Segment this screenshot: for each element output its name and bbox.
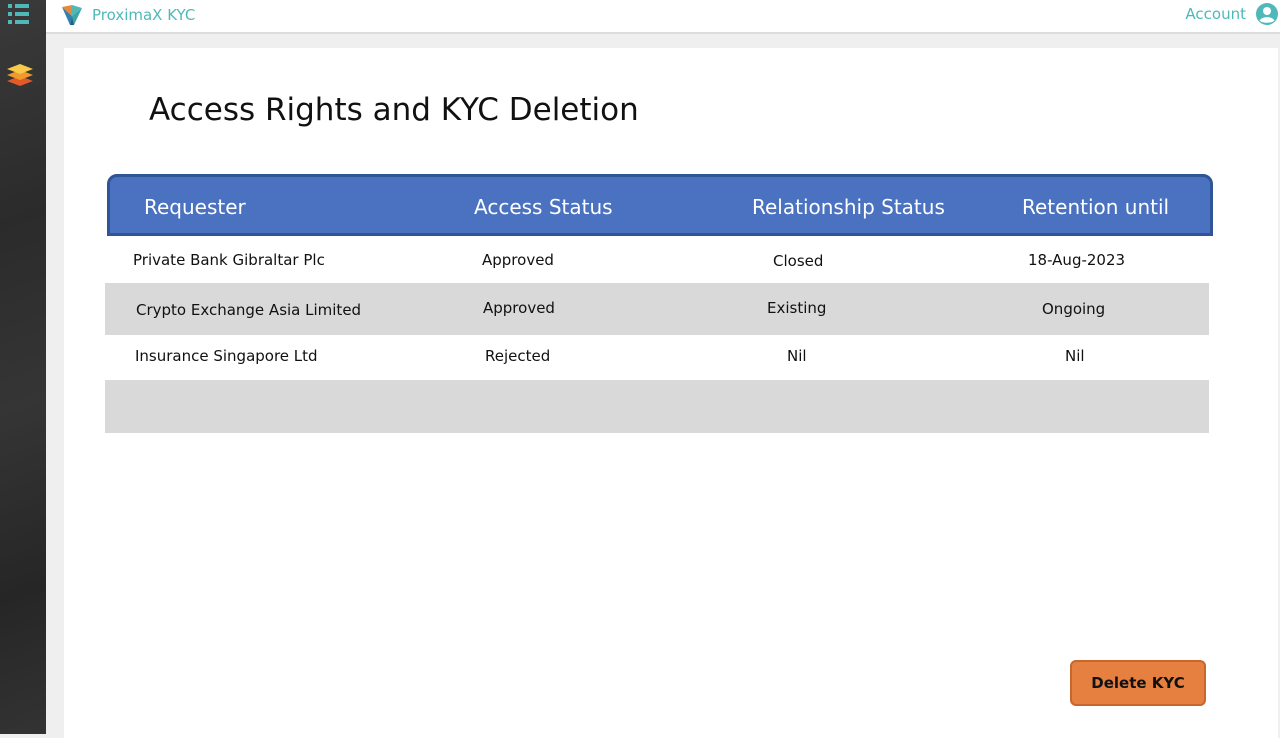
cell-access-status: Rejected [485,347,551,365]
cell-requester: Private Bank Gibraltar Plc [133,251,325,269]
menu-button[interactable] [6,2,32,26]
delete-kyc-button[interactable]: Delete KYC [1070,660,1206,706]
list-menu-icon [8,4,29,24]
cell-retention-until: Nil [1065,347,1085,365]
brand-name: ProximaX KYC [92,6,196,24]
cell-access-status: Approved [483,299,555,317]
user-avatar-icon [1256,3,1278,25]
top-bar: ProximaX KYC Account [46,0,1280,34]
column-header-retention-until: Retention until [1022,195,1170,219]
brand[interactable]: ProximaX KYC [60,2,195,28]
access-rights-table: Requester Access Status Relationship Sta… [105,174,1213,433]
proximax-logo-icon [62,5,82,25]
main-panel: Access Rights and KYC Deletion Requester… [64,48,1278,738]
table-row[interactable]: Private Bank Gibraltar Plc Approved Clos… [105,236,1209,283]
page-title: Access Rights and KYC Deletion [149,92,639,128]
cell-access-status: Approved [482,251,554,269]
account-menu[interactable]: Account [1185,2,1278,26]
sidebar [0,0,46,734]
cell-relationship-status: Closed [773,252,824,270]
layers-button[interactable] [5,58,35,88]
layers-icon [7,64,33,86]
column-header-relationship-status: Relationship Status [752,195,945,219]
cell-requester: Insurance Singapore Ltd [135,347,318,365]
cell-relationship-status: Nil [787,347,807,365]
cell-retention-until: 18-Aug-2023 [1028,251,1126,269]
table-row[interactable]: Crypto Exchange Asia Limited Approved Ex… [105,283,1209,335]
cell-relationship-status: Existing [767,299,827,317]
account-label: Account [1185,5,1246,23]
table-row[interactable]: Insurance Singapore Ltd Rejected Nil Nil [105,335,1209,380]
cell-retention-until: Ongoing [1042,300,1106,318]
table-header: Requester Access Status Relationship Sta… [107,174,1213,236]
table-row-empty [105,380,1209,433]
column-header-requester: Requester [144,195,246,219]
cell-requester: Crypto Exchange Asia Limited [136,301,362,319]
column-header-access-status: Access Status [474,195,613,219]
